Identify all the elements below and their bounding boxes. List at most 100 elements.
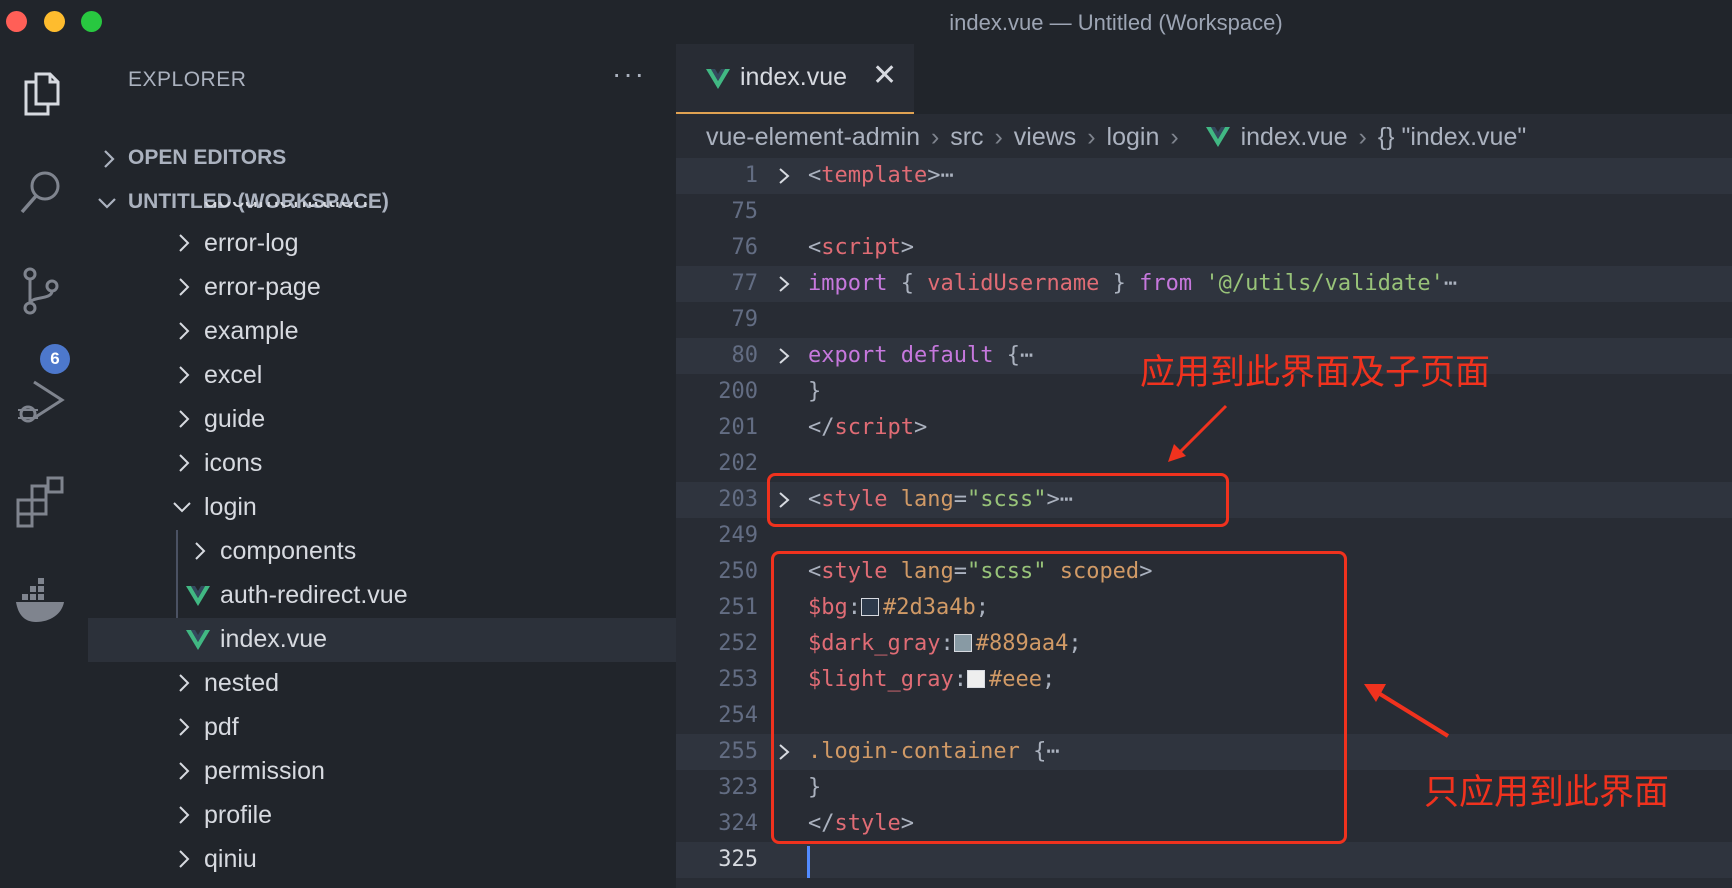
tree-item-label: example (204, 317, 299, 345)
tree-item-qiniu[interactable]: qiniu (88, 838, 676, 882)
code-line: 79 (676, 302, 1732, 338)
chevron-right-icon (179, 806, 190, 824)
file-tree: documentation error-log error-page examp… (88, 202, 676, 888)
tree-item-excel[interactable]: excel (88, 354, 676, 398)
tree-item-label: login (204, 493, 257, 521)
title-bar: index.vue — Untitled (Workspace) (0, 0, 1732, 44)
code-line: 75 (676, 194, 1732, 230)
line-number: 75 (731, 199, 759, 224)
tree-item-label: excel (204, 361, 263, 389)
tree-item-permission[interactable]: permission (88, 750, 676, 794)
source-control-icon[interactable] (14, 264, 70, 320)
tree-item-example[interactable]: example (88, 310, 676, 354)
chevron-right-icon (179, 278, 190, 296)
tree-item-label: index.vue (220, 625, 328, 653)
line-number: 249 (718, 523, 758, 548)
line-number: 323 (718, 775, 758, 800)
tree-item-components[interactable]: components (88, 530, 676, 574)
chevron-right-icon (104, 150, 115, 168)
tree-item-nested[interactable]: nested (88, 662, 676, 706)
line-number: 202 (718, 451, 758, 476)
chevron-right-icon (179, 454, 190, 472)
code-text: import { validUsername } from '@/utils/v… (808, 271, 1458, 296)
chevron-right-icon (179, 366, 190, 384)
files-icon[interactable] (14, 64, 70, 120)
search-icon[interactable] (14, 164, 70, 220)
tree-item-label: permission (204, 757, 325, 785)
breadcrumb-item[interactable]: src (950, 123, 983, 152)
code-text: export default {⋯ (808, 343, 1034, 368)
section-label: OPEN EDITORS (128, 146, 287, 169)
tree-item-label: components (220, 537, 357, 565)
chevron-right-icon (179, 762, 190, 780)
tree-item-icons[interactable]: icons (88, 442, 676, 486)
tree-item-label: error-log (204, 229, 299, 257)
breadcrumb: vue-element-admin › src › views › login … (706, 122, 1526, 158)
breadcrumb-separator: › (1087, 122, 1096, 151)
extensions-icon[interactable] (14, 474, 70, 530)
source-control-badge: 6 (40, 344, 70, 374)
tab-index-vue[interactable]: index.vue ✕ (676, 44, 914, 114)
line-number: 251 (718, 595, 758, 620)
annotation-box-global-style (767, 473, 1229, 527)
breadcrumb-item[interactable]: login (1107, 123, 1160, 152)
close-tab-button[interactable]: ✕ (872, 58, 897, 93)
tree-item-auth-redirect-vue[interactable]: auth-redirect.vue (88, 574, 676, 618)
explorer-title: EXPLORER (128, 68, 247, 91)
explorer-header: EXPLORER ··· (88, 44, 676, 114)
tree-item-label: pdf (204, 713, 239, 741)
chevron-right-icon (179, 322, 190, 340)
line-number: 255 (718, 739, 758, 764)
code-line: 77 import { validUsername } from '@/util… (676, 266, 1732, 302)
line-number: 200 (718, 379, 758, 404)
chevron-right-icon (179, 850, 190, 868)
tree-item-label: documentation (204, 202, 368, 214)
fold-chevron-icon[interactable] (774, 166, 794, 186)
code-text: } (808, 379, 822, 404)
line-number: 201 (718, 415, 758, 440)
tree-item-error-page[interactable]: error-page (88, 266, 676, 310)
docker-icon[interactable] (14, 574, 70, 630)
line-number: 324 (718, 811, 758, 836)
line-number: 250 (718, 559, 758, 584)
breadcrumb-item[interactable]: vue-element-admin (706, 123, 920, 152)
line-number: 1 (744, 163, 758, 188)
breadcrumb-separator: › (1358, 122, 1367, 151)
line-number: 252 (718, 631, 758, 656)
breadcrumb-item[interactable]: views (1014, 123, 1077, 152)
explorer-sidebar: EXPLORER ··· OPEN EDITORS UNTITLED (WORK… (88, 44, 676, 888)
activity-bar: 6 (0, 44, 88, 888)
line-number: 80 (731, 343, 759, 368)
tree-item-pdf[interactable]: pdf (88, 706, 676, 750)
vue-file-icon (1205, 127, 1230, 148)
tree-item-profile[interactable]: profile (88, 794, 676, 838)
chevron-right-icon (179, 410, 190, 428)
breadcrumb-item[interactable]: {} "index.vue" (1378, 123, 1526, 152)
chevron-right-icon (179, 718, 190, 736)
more-actions-button[interactable]: ··· (612, 58, 646, 90)
vue-file-icon (186, 630, 210, 650)
fold-chevron-icon[interactable] (774, 346, 794, 366)
tree-item-error-log[interactable]: error-log (88, 222, 676, 266)
fold-chevron-icon[interactable] (774, 274, 794, 294)
line-number: 203 (718, 487, 758, 512)
chevron-right-icon (179, 674, 190, 692)
code-text: </script> (808, 415, 928, 440)
section-open-editors[interactable]: OPEN EDITORS (88, 136, 676, 180)
tree-item-guide[interactable]: guide (88, 398, 676, 442)
chevron-down-icon (173, 502, 191, 513)
text-cursor (807, 846, 810, 878)
annotation-box-scoped-style (771, 551, 1347, 844)
code-text: <script> (808, 235, 914, 260)
code-line: 201 </script> (676, 410, 1732, 446)
breadcrumb-separator: › (930, 122, 940, 151)
tree-item-index-vue[interactable]: index.vue (88, 618, 676, 662)
line-number: 79 (731, 307, 759, 332)
annotation-text-scoped: 只应用到此界面 (1424, 773, 1670, 812)
tab-label: index.vue (740, 63, 848, 91)
tree-item-login[interactable]: login (88, 486, 676, 530)
tree-item-label: error-page (204, 273, 321, 301)
run-debug-icon[interactable] (14, 374, 70, 430)
line-number: 325 (718, 847, 758, 872)
breadcrumb-item[interactable]: index.vue (1241, 123, 1348, 152)
